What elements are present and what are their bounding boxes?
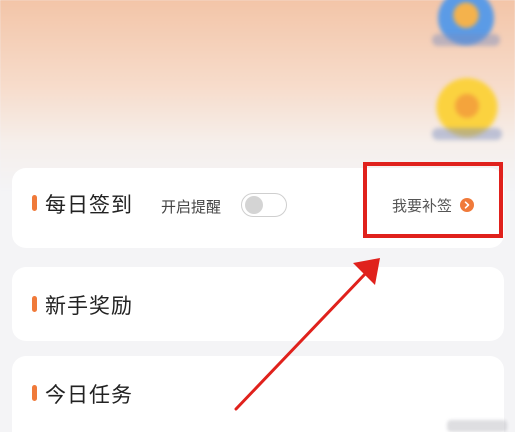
accent-bar bbox=[32, 195, 37, 211]
newbie-rewards-card[interactable]: 新手奖励 bbox=[12, 267, 504, 341]
accent-bar bbox=[32, 385, 37, 401]
daily-tasks-card[interactable]: 今日任务 bbox=[12, 356, 504, 432]
daily-tasks-title: 今日任务 bbox=[45, 383, 133, 407]
blurred-app-icon-1-label bbox=[432, 34, 500, 46]
reminder-toggle[interactable] bbox=[241, 193, 287, 217]
annotation-highlight-box bbox=[363, 162, 503, 238]
daily-checkin-title: 每日签到 bbox=[45, 193, 133, 217]
reminder-label: 开启提醒 bbox=[161, 198, 222, 216]
accent-bar bbox=[32, 296, 37, 312]
watermark bbox=[447, 420, 507, 432]
toggle-knob bbox=[245, 196, 263, 214]
blurred-app-icon-2-label bbox=[432, 128, 502, 140]
newbie-rewards-title: 新手奖励 bbox=[45, 294, 133, 318]
